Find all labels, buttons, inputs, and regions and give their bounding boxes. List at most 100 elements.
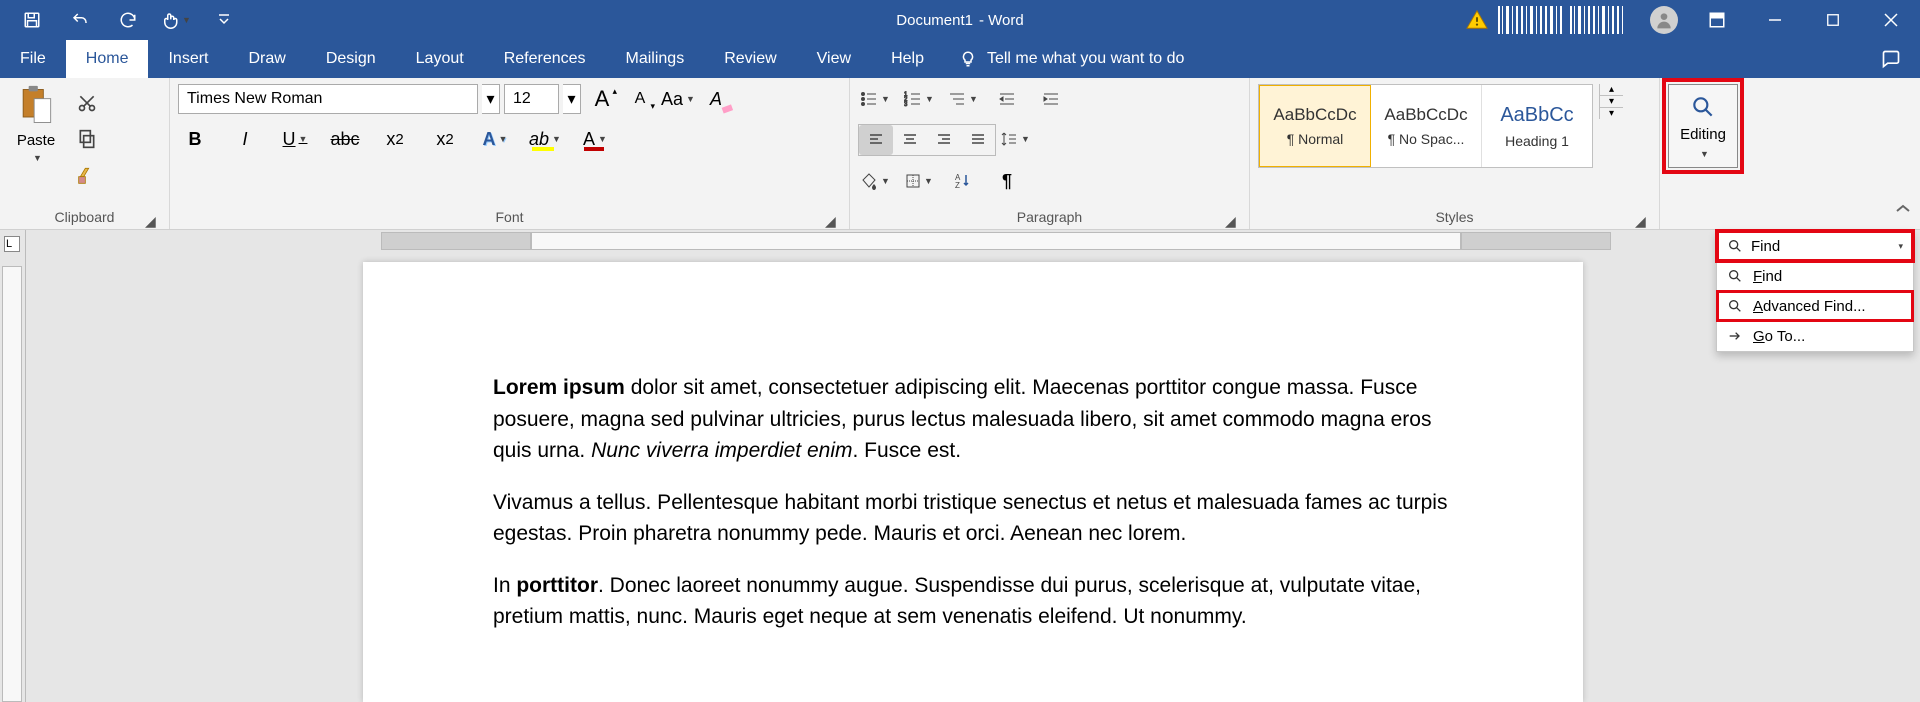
font-name-dropdown[interactable]: ▾ <box>482 84 500 114</box>
style-normal[interactable]: AaBbCcDc ¶ Normal <box>1259 85 1371 167</box>
customize-qat-icon[interactable] <box>200 0 248 40</box>
align-center-icon[interactable] <box>893 125 927 155</box>
tab-mailings[interactable]: Mailings <box>606 40 705 78</box>
title-bar: ▼ Document1 - Word <box>0 0 1920 40</box>
arrow-right-icon <box>1727 328 1743 344</box>
italic-button[interactable]: I <box>228 124 262 154</box>
touch-mode-icon[interactable]: ▼ <box>152 0 200 40</box>
style-heading1[interactable]: AaBbCc Heading 1 <box>1482 85 1592 167</box>
line-spacing-icon[interactable]: ▼ <box>998 124 1032 154</box>
grow-font-icon[interactable]: A▴ <box>585 84 619 114</box>
subscript-button[interactable]: x2 <box>378 124 412 154</box>
sort-icon[interactable]: AZ <box>946 166 980 196</box>
tab-selector-icon[interactable]: L <box>4 236 20 252</box>
styles-expand-icon[interactable]: ▾ <box>1600 108 1623 119</box>
collapse-ribbon-icon[interactable] <box>1894 200 1912 223</box>
style-no-spacing[interactable]: AaBbCcDc ¶ No Spac... <box>1371 85 1482 167</box>
tab-file[interactable]: File <box>0 40 66 78</box>
increase-indent-icon[interactable] <box>1034 84 1068 114</box>
show-hide-icon[interactable]: ¶ <box>990 166 1024 196</box>
minimize-icon[interactable] <box>1746 0 1804 40</box>
group-clipboard: Paste ▼ Clipboard ◢ <box>0 78 170 229</box>
tab-layout[interactable]: Layout <box>396 40 484 78</box>
text-effects-button[interactable]: A▼ <box>478 124 512 154</box>
window-title: Document1 - Word <box>896 12 1023 29</box>
align-right-icon[interactable] <box>927 125 961 155</box>
styles-gallery-more: ▴ ▾ ▾ <box>1599 84 1623 119</box>
shrink-font-icon[interactable]: A▾ <box>623 84 657 114</box>
tab-review[interactable]: Review <box>704 40 796 78</box>
paragraph-launcher-icon[interactable]: ◢ <box>1225 213 1239 227</box>
strikethrough-button[interactable]: abc <box>328 124 362 154</box>
maximize-icon[interactable] <box>1804 0 1862 40</box>
find-menu-advanced[interactable]: Advanced Find... <box>1717 291 1913 321</box>
tab-insert[interactable]: Insert <box>148 40 228 78</box>
close-icon[interactable] <box>1862 0 1920 40</box>
shading-icon[interactable]: ▼ <box>858 166 892 196</box>
search-icon <box>1690 94 1716 120</box>
font-group-label: Font <box>495 209 523 225</box>
editing-button[interactable]: Editing ▼ <box>1668 84 1738 168</box>
tell-me-search[interactable]: Tell me what you want to do <box>944 40 1862 78</box>
find-label: Find <box>1751 238 1780 255</box>
styles-row-up-icon[interactable]: ▴ <box>1600 84 1623 96</box>
paste-button[interactable]: Paste ▼ <box>8 84 64 163</box>
tab-references[interactable]: References <box>484 40 606 78</box>
format-painter-icon[interactable] <box>70 160 104 190</box>
tab-draw[interactable]: Draw <box>228 40 305 78</box>
clear-formatting-icon[interactable]: A <box>699 84 733 114</box>
copy-icon[interactable] <box>70 124 104 154</box>
find-menu-find[interactable]: Find <box>1717 261 1913 291</box>
highlight-button[interactable]: ab▼ <box>528 124 562 154</box>
font-size-input[interactable]: 12 <box>504 84 559 114</box>
cut-icon[interactable] <box>70 88 104 118</box>
tab-home[interactable]: Home <box>66 40 149 78</box>
paragraph-2[interactable]: Vivamus a tellus. Pellentesque habitant … <box>493 487 1453 550</box>
bullets-icon[interactable]: ▼ <box>858 84 892 114</box>
tab-help[interactable]: Help <box>871 40 944 78</box>
font-name-input[interactable]: Times New Roman <box>178 84 478 114</box>
change-case-button[interactable]: Aa▼ <box>661 84 695 114</box>
paste-label: Paste <box>17 132 55 149</box>
find-split-button[interactable]: Find ▾ <box>1717 231 1913 261</box>
align-justify-icon[interactable] <box>961 125 995 155</box>
vertical-ruler[interactable]: L <box>0 230 26 702</box>
paragraph-1[interactable]: Lorem ipsum dolor sit amet, consectetuer… <box>493 372 1453 467</box>
font-color-button[interactable]: A▼ <box>578 124 612 154</box>
bold-button[interactable]: B <box>178 124 212 154</box>
redo-icon[interactable] <box>104 0 152 40</box>
multilevel-list-icon[interactable]: ▼ <box>946 84 980 114</box>
superscript-button[interactable]: x2 <box>428 124 462 154</box>
styles-row-down-icon[interactable]: ▾ <box>1600 96 1623 108</box>
find-menu-goto[interactable]: Go To... <box>1717 321 1913 351</box>
comments-icon[interactable] <box>1862 40 1920 78</box>
clipboard-launcher-icon[interactable]: ◢ <box>145 213 159 227</box>
svg-text:3: 3 <box>904 102 908 108</box>
decrease-indent-icon[interactable] <box>990 84 1024 114</box>
ribbon-display-icon[interactable] <box>1688 0 1746 40</box>
numbering-icon[interactable]: 123▼ <box>902 84 936 114</box>
page[interactable]: Lorem ipsum dolor sit amet, consectetuer… <box>363 262 1583 702</box>
group-styles: AaBbCcDc ¶ Normal AaBbCcDc ¶ No Spac... … <box>1250 78 1660 229</box>
styles-launcher-icon[interactable]: ◢ <box>1635 213 1649 227</box>
underline-button[interactable]: U▼ <box>278 124 312 154</box>
tab-view[interactable]: View <box>797 40 871 78</box>
undo-icon[interactable] <box>56 0 104 40</box>
tell-me-placeholder: Tell me what you want to do <box>987 50 1184 68</box>
clipboard-group-label: Clipboard <box>55 209 115 225</box>
font-name-value: Times New Roman <box>187 90 322 108</box>
paste-icon <box>17 84 55 128</box>
document-area[interactable]: Lorem ipsum dolor sit amet, consectetuer… <box>26 252 1920 702</box>
warning-icon[interactable] <box>1466 9 1488 31</box>
align-left-icon[interactable] <box>859 125 893 155</box>
font-size-dropdown[interactable]: ▾ <box>563 84 581 114</box>
save-icon[interactable] <box>8 0 56 40</box>
paragraph-3[interactable]: In porttitor. Donec laoreet nonummy augu… <box>493 570 1453 633</box>
horizontal-ruler[interactable] <box>26 230 1920 252</box>
font-launcher-icon[interactable]: ◢ <box>825 213 839 227</box>
group-editing: Editing ▼ <box>1660 78 1746 229</box>
tab-design[interactable]: Design <box>306 40 396 78</box>
borders-icon[interactable]: ▼ <box>902 166 936 196</box>
user-avatar[interactable] <box>1650 6 1678 34</box>
paragraph-group-label: Paragraph <box>1017 209 1082 225</box>
